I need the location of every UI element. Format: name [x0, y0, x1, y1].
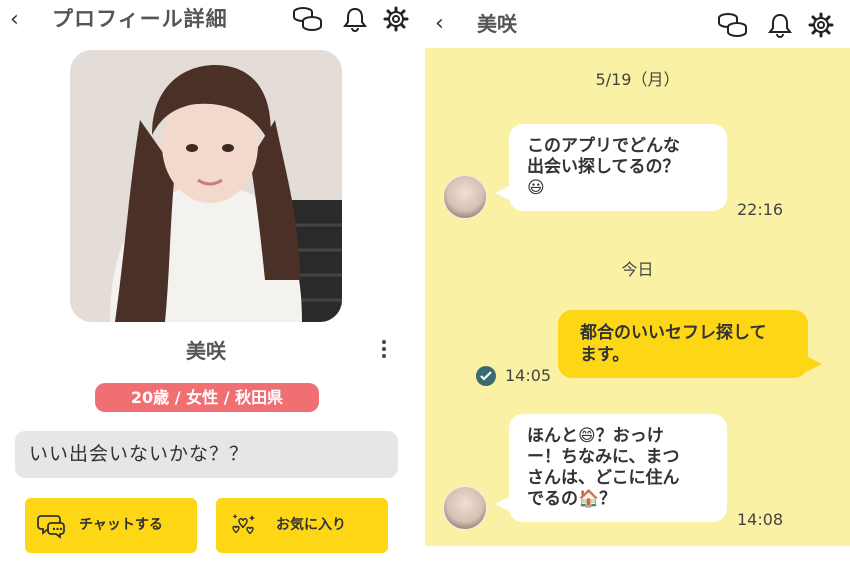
app-screen: ‹ プロフィール詳細 美咲 20歳 / 女性 / 秋田県 いい出会いないかな？？… [0, 0, 850, 564]
page-title: プロフィール詳細 [52, 7, 228, 31]
favorite-button[interactable]: お気に入り [216, 498, 388, 553]
chat-button-label: チャットする [79, 517, 163, 533]
profile-info-badge: 20歳 / 女性 / 秋田県 [95, 383, 319, 412]
message-bubble-incoming: ほんと😄？おっけ ー！ちなみに、まつ さんは、どこに住ん でるの🏠？ [495, 414, 727, 522]
gear-icon[interactable] [808, 12, 838, 38]
profile-header: ‹ プロフィール詳細 [0, 0, 412, 40]
chat-panel: ‹ 美咲 5/19（月） このアプリでどんな 出会い探してるの？ 😃 22:16… [425, 0, 850, 546]
read-check-icon [476, 366, 496, 386]
smiley-emoji: 😃 [527, 178, 545, 198]
message-time: 14:08 [737, 510, 784, 529]
message-line: ます。 [580, 345, 630, 365]
message-line: 出会い探してるの？ [527, 157, 680, 177]
chat-header: ‹ 美咲 [425, 0, 850, 48]
gear-icon[interactable] [383, 6, 413, 32]
favorite-button-label: お気に入り [276, 517, 346, 533]
profile-photo[interactable] [70, 50, 342, 322]
message-line: 都合のいいセフレ探して [580, 323, 767, 343]
message-line: ほんと😄？おっけ [527, 426, 664, 446]
chat-bubble-icon [37, 511, 67, 539]
hearts-icon [230, 511, 260, 539]
coins-icon[interactable] [292, 6, 322, 32]
date-separator: 今日 [621, 260, 654, 279]
message-bubble-incoming: このアプリでどんな 出会い探してるの？ 😃 [495, 124, 727, 211]
date-separator: 5/19（月） [595, 70, 680, 89]
message-line: ー！ちなみに、まつ [527, 447, 680, 467]
profile-name: 美咲 [186, 339, 226, 363]
message-line: このアプリでどんな [527, 136, 680, 156]
profile-detail-panel: ‹ プロフィール詳細 美咲 20歳 / 女性 / 秋田県 いい出会いないかな？？… [0, 0, 412, 564]
back-icon[interactable]: ‹ [10, 6, 19, 34]
message-line: でるの🏠？ [527, 489, 617, 509]
coins-icon[interactable] [717, 12, 747, 38]
avatar[interactable] [443, 175, 487, 219]
back-icon[interactable]: ‹ [435, 10, 444, 38]
chat-title: 美咲 [477, 12, 517, 36]
message-line: さんは、どこに住ん [527, 468, 680, 488]
avatar[interactable] [443, 486, 487, 530]
chat-button[interactable]: チャットする [25, 498, 197, 553]
bell-icon[interactable] [342, 6, 372, 32]
message-bubble-outgoing: 都合のいいセフレ探して ます。 [558, 310, 822, 378]
message-time: 14:05 [505, 366, 552, 385]
bell-icon[interactable] [767, 12, 797, 38]
profile-bio: いい出会いないかな？？ [15, 431, 398, 478]
message-time: 22:16 [737, 200, 784, 219]
kebab-menu-icon[interactable] [376, 337, 392, 365]
